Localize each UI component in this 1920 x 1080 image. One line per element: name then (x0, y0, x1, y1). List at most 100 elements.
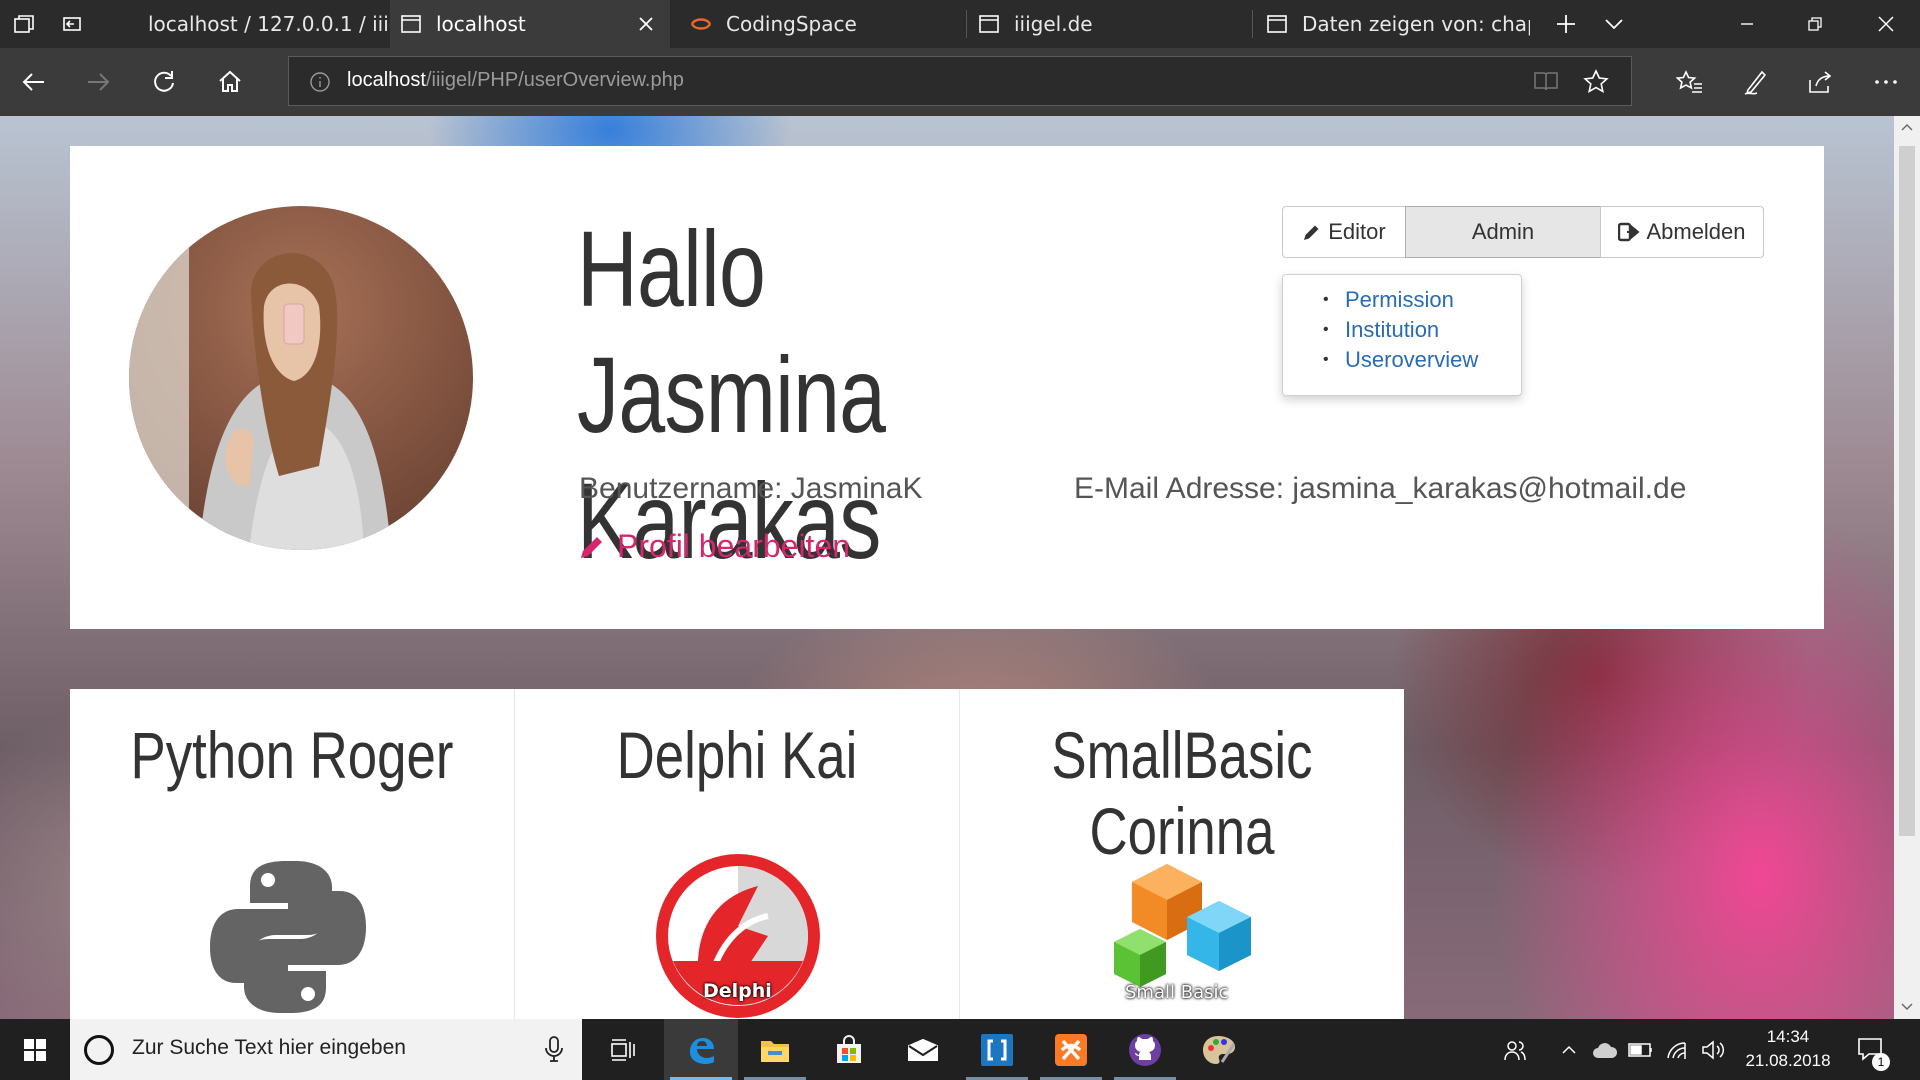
store-icon (837, 1034, 861, 1063)
scroll-down-icon[interactable] (1900, 1000, 1914, 1014)
tab-label: CodingSpace (726, 12, 857, 36)
refresh-button[interactable] (148, 66, 180, 98)
tab-label: Daten zeigen von: chapter (1302, 12, 1530, 36)
arrow-left-icon (22, 73, 44, 91)
close-window-button[interactable] (1852, 0, 1920, 48)
show-hidden-icons-chevron-icon[interactable] (1556, 1037, 1582, 1063)
taskbar-search-input[interactable]: Zur Suche Text hier eingeben (70, 1019, 582, 1080)
profile-card: Hallo Jasmina Karakas Benutzername: Jasm… (70, 146, 1824, 629)
close-tab-icon[interactable] (634, 12, 658, 36)
codingspace-icon (690, 18, 712, 30)
scrollbar-thumb[interactable] (1899, 146, 1915, 836)
logout-button-label: Abmelden (1646, 219, 1746, 244)
page-icon (979, 15, 999, 33)
taskbar-brackets[interactable] (960, 1019, 1034, 1080)
notification-badge: 1 (1872, 1053, 1890, 1071)
smallbasic-logo-text: Small Basic (1125, 982, 1229, 1003)
course-card-delphi[interactable]: Delphi Kai Delphi (515, 689, 959, 1019)
admin-dropdown-menu: Permission Institution Useroverview (1282, 274, 1522, 396)
page-icon (401, 15, 421, 33)
tab-iiigel[interactable]: iiigel.de (978, 0, 1248, 48)
tab-codingspace[interactable]: CodingSpace (686, 0, 966, 48)
reading-view-icon[interactable] (1533, 69, 1559, 93)
edit-profile-link[interactable]: Profil bearbeiten (577, 528, 850, 565)
people-icon[interactable] (1502, 1037, 1528, 1063)
tab-label: localhost (436, 12, 526, 36)
course-title-line-1: SmallBasic (1051, 718, 1313, 792)
set-tabs-aside-icon[interactable] (60, 12, 84, 36)
menu-item-permission[interactable]: Permission (1313, 285, 1521, 315)
course-card-python[interactable]: Python Roger (70, 689, 514, 1019)
task-view-button[interactable] (586, 1019, 660, 1080)
cortana-icon[interactable] (84, 1035, 114, 1065)
share-button[interactable] (1804, 66, 1836, 98)
taskbar-paint[interactable] (1182, 1019, 1256, 1080)
url-host: localhost (347, 69, 426, 91)
course-title-line-1: Python Roger (130, 718, 454, 792)
page-viewport: Hallo Jasmina Karakas Benutzername: Jasm… (0, 116, 1894, 1019)
info-icon[interactable] (309, 71, 331, 93)
back-button[interactable] (18, 66, 50, 98)
taskbar-github[interactable] (1108, 1019, 1182, 1080)
favorites-hub-button[interactable] (1674, 66, 1706, 98)
page-icon (1267, 15, 1287, 33)
new-tab-icon[interactable] (1554, 12, 1578, 36)
admin-button-label: Admin (1471, 219, 1535, 244)
tab-preview-chevron-icon[interactable] (1602, 12, 1626, 36)
volume-icon[interactable] (1700, 1037, 1726, 1063)
pen-icon (1744, 70, 1767, 95)
course-title: Python Roger (114, 717, 469, 793)
menu-item-institution[interactable]: Institution (1313, 315, 1521, 345)
minimize-button[interactable] (1713, 0, 1781, 48)
smallbasic-logo-icon (1114, 864, 1251, 987)
page-scrollbar[interactable] (1894, 116, 1920, 1019)
greeting-line-1: Hallo Jasmina (577, 208, 886, 455)
taskbar-store[interactable] (812, 1019, 886, 1080)
python-logo-icon (210, 861, 366, 1013)
tab-daten[interactable]: Daten zeigen von: chapter (1264, 0, 1530, 48)
home-button[interactable] (214, 66, 246, 98)
battery-icon[interactable] (1628, 1037, 1654, 1063)
edge-icon (690, 1037, 714, 1064)
favorites-list-icon (1676, 70, 1702, 93)
forward-button[interactable] (82, 66, 114, 98)
admin-button[interactable]: Admin (1405, 206, 1601, 258)
tab-actions-icon[interactable] (12, 12, 36, 36)
taskbar-mail[interactable] (886, 1019, 960, 1080)
windows-logo-icon (24, 1038, 46, 1061)
tab-localhost[interactable]: localhost (390, 0, 670, 48)
system-clock[interactable]: 14:34 21.08.2018 (1740, 1025, 1836, 1073)
wifi-icon[interactable] (1664, 1037, 1690, 1063)
tab-label: iiigel.de (1014, 12, 1093, 36)
search-placeholder: Zur Suche Text hier eingeben (132, 1036, 406, 1059)
logout-button[interactable]: Abmelden (1600, 206, 1764, 258)
url-text[interactable]: localhost/iiigel/PHP/userOverview.php (347, 69, 684, 92)
more-menu-button[interactable] (1870, 66, 1902, 98)
scroll-up-icon[interactable] (1900, 120, 1914, 134)
task-view-icon (611, 1038, 635, 1061)
editor-button[interactable]: Editor (1282, 206, 1406, 258)
web-note-button[interactable] (1740, 66, 1772, 98)
microphone-icon[interactable] (544, 1035, 564, 1063)
browser-tab-bar: localhost / 127.0.0.1 / iiige localhost … (0, 0, 1920, 48)
account-button-group: Editor Admin Abmelden (1282, 206, 1764, 258)
taskbar-xampp[interactable] (1034, 1019, 1108, 1080)
tab-phpmyadmin[interactable]: localhost / 127.0.0.1 / iiige (100, 0, 390, 48)
taskbar-file-explorer[interactable] (738, 1019, 812, 1080)
onedrive-icon[interactable] (1592, 1037, 1618, 1063)
pencil-icon (1304, 225, 1319, 240)
arrow-right-icon (88, 73, 110, 91)
favorite-star-icon[interactable] (1583, 69, 1609, 95)
edit-profile-label: Profil bearbeiten (617, 528, 851, 564)
file-explorer-icon (761, 1040, 789, 1062)
address-bar[interactable]: localhost/iiigel/PHP/userOverview.php (288, 56, 1632, 106)
brackets-icon (981, 1033, 1013, 1066)
mail-icon (908, 1038, 938, 1061)
course-card-smallbasic[interactable]: SmallBasic Corinna Small Basic (960, 689, 1404, 1019)
restore-button[interactable] (1781, 0, 1849, 48)
start-button[interactable] (0, 1019, 70, 1080)
menu-item-useroverview[interactable]: Useroverview (1313, 345, 1521, 375)
avatar (129, 206, 473, 550)
url-path: /iiigel/PHP/userOverview.php (425, 69, 684, 91)
taskbar-edge[interactable] (664, 1019, 738, 1080)
